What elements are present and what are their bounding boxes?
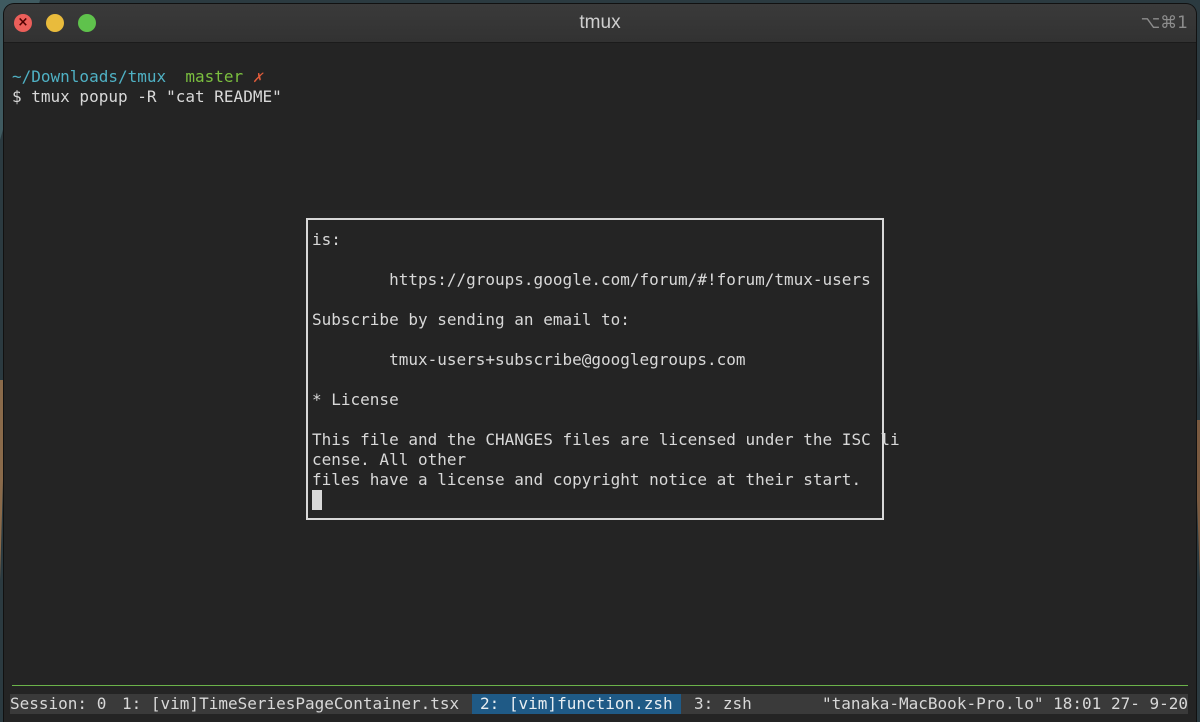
session-label: Session: 0	[10, 694, 107, 713]
terminal-window: × tmux ⌥⌘1 ~/Downloads/tmux master ✗ $ t…	[4, 4, 1196, 722]
tmux-popup[interactable]: is: https://groups.google.com/forum/#!fo…	[306, 218, 900, 520]
popup-line: Subscribe by sending an email to:	[312, 310, 630, 329]
prompt-path: ~/Downloads/tmux	[12, 67, 167, 86]
git-dirty-mark: ✗	[252, 67, 263, 86]
popup-line: files have a license and copyright notic…	[312, 470, 862, 489]
tmux-status-bar: Session: 0 1: [vim]TimeSeriesPageContain…	[10, 694, 1188, 714]
status-host-time: "tanaka-MacBook-Pro.lo" 18:01 27- 9-20	[821, 694, 1188, 713]
popup-line: * License	[312, 390, 399, 409]
prompt-line: ~/Downloads/tmux master ✗	[12, 67, 262, 87]
popup-line: https://groups.google.com/forum/#!forum/…	[312, 270, 871, 289]
popup-line: is:	[312, 230, 341, 249]
title-bar[interactable]: × tmux ⌥⌘1	[4, 4, 1196, 43]
popup-line: tmux-users+subscribe@googlegroups.com	[312, 350, 746, 369]
popup-line: cense. All other	[312, 450, 467, 469]
window-shortcut-label: ⌥⌘1	[1140, 13, 1188, 33]
command-line: $ tmux popup -R "cat README"	[12, 87, 282, 106]
terminal-pane[interactable]: ~/Downloads/tmux master ✗ $ tmux popup -…	[4, 43, 1196, 722]
text-cursor	[312, 490, 322, 510]
git-branch: master	[185, 67, 244, 86]
pane-separator	[12, 685, 1188, 686]
window-title: tmux	[579, 12, 621, 33]
window-tab-3[interactable]: 3: zsh	[694, 694, 752, 714]
window-tab-2-active[interactable]: 2: [vim]function.zsh	[472, 694, 681, 714]
popup-line: This file and the CHANGES files are lice…	[312, 430, 900, 449]
window-tab-1[interactable]: 1: [vim]TimeSeriesPageContainer.tsx	[122, 694, 459, 714]
